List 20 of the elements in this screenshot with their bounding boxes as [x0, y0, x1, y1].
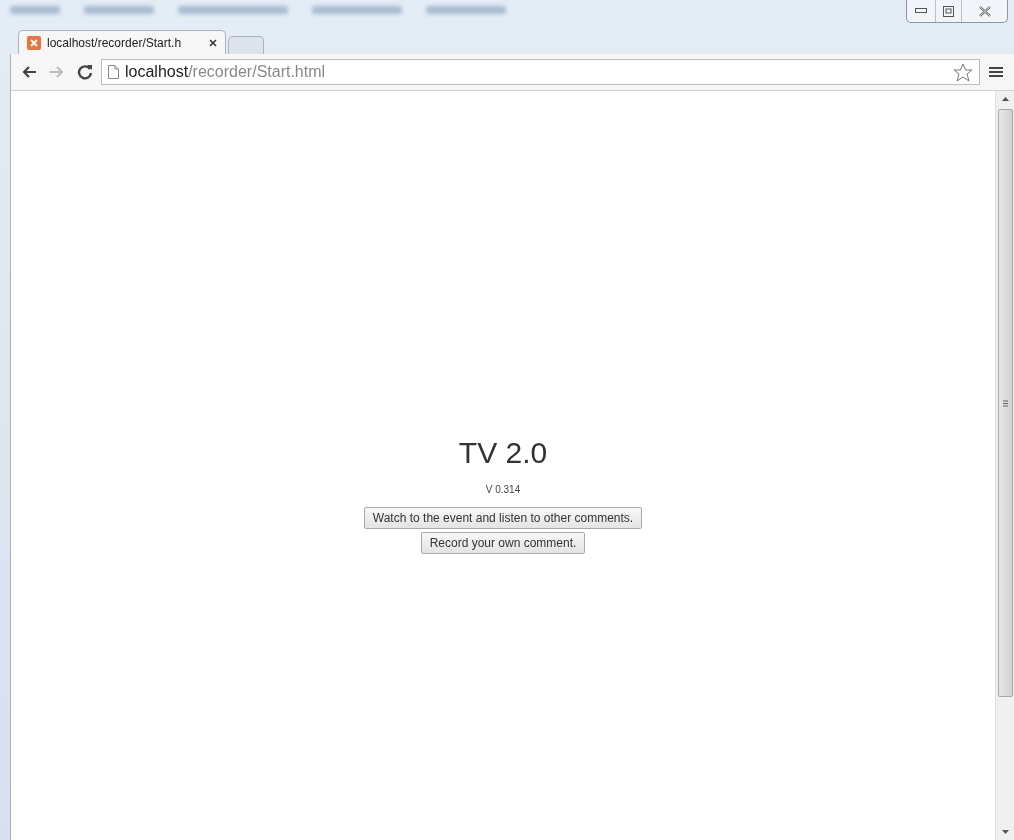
site-icon [27, 35, 41, 50]
action-button[interactable]: Record your own comment. [420, 532, 586, 554]
page-icon [108, 65, 119, 79]
action-button[interactable]: Watch to the event and listen to other comments. [363, 507, 643, 529]
menu-icon [989, 66, 1003, 78]
version-label: V 0.314 [485, 484, 521, 495]
grip-icon [1002, 399, 1008, 407]
browser-tab[interactable]: localhost/recorder/Start.h [18, 30, 226, 54]
scroll-up-icon[interactable] [1001, 97, 1009, 101]
maximize-icon [943, 5, 954, 17]
close-icon [978, 5, 991, 17]
reload-icon [77, 64, 93, 80]
back-arrow-icon [21, 65, 37, 79]
close-tab-icon[interactable] [209, 38, 217, 47]
url-field[interactable]: localhost/recorder/Start.html [101, 59, 980, 85]
forward-arrow-icon [49, 65, 65, 79]
page-title: TV 2.0 [458, 436, 548, 470]
scroll-down-icon[interactable] [1001, 830, 1009, 834]
star-icon[interactable] [953, 62, 973, 82]
minimize-icon [915, 8, 927, 14]
